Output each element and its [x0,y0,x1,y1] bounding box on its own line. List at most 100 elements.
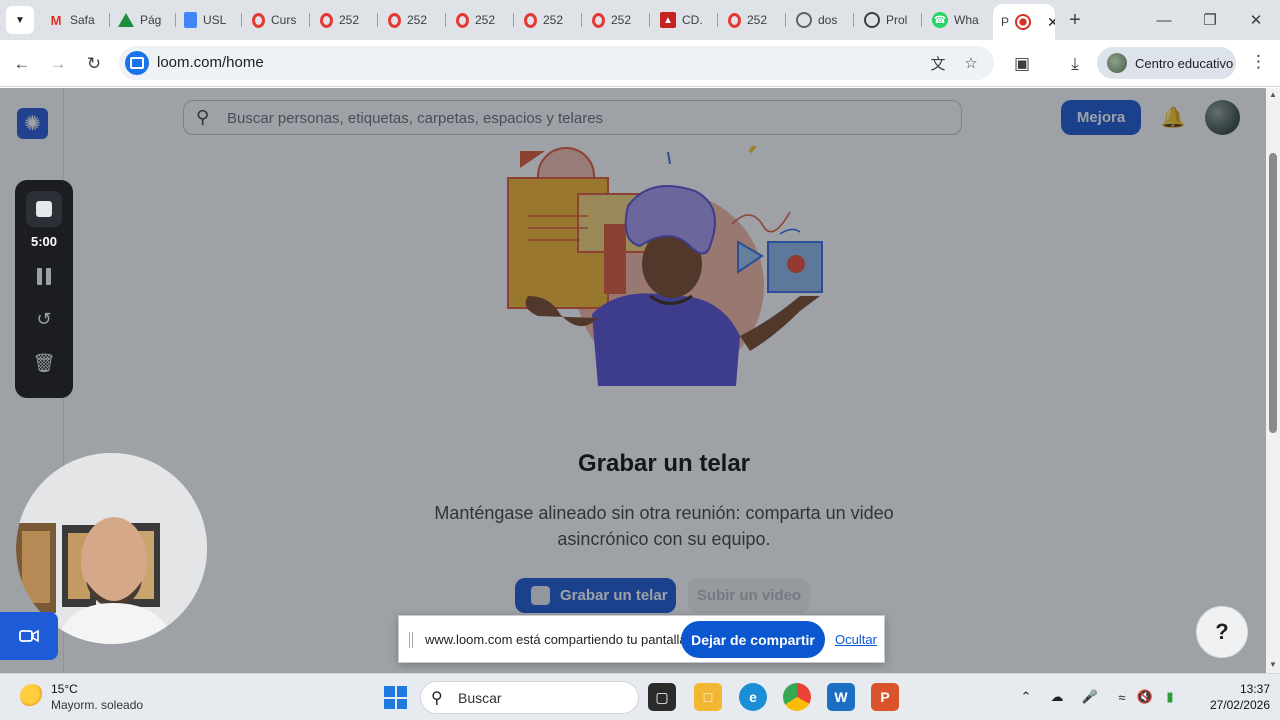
new-tab-button[interactable]: + [1063,8,1087,32]
weather-temperature[interactable]: 15°C [51,682,78,696]
weather-description[interactable]: Mayorm. soleado [51,698,143,712]
tab-3[interactable]: Curs [244,6,310,34]
address-bar[interactable]: loom.com/home 文 ☆ [119,46,994,80]
edge-icon[interactable]: e [739,683,767,711]
tab-label: Curs [271,13,297,27]
stop-recording-button[interactable] [26,191,62,227]
tab-4[interactable]: 252 [312,6,378,34]
minimize-button[interactable]: — [1152,8,1176,32]
tab-13[interactable]: ☎ Wha [924,6,994,34]
scroll-down-icon[interactable]: ▼ [1268,660,1278,670]
tab-0[interactable]: M Safa [40,6,110,34]
chrome-icon[interactable] [783,683,811,711]
profile-label: Centro educativo [1135,55,1234,71]
tab-9[interactable]: ▲ CD. [652,6,718,34]
trash-icon[interactable]: 🗑 [32,351,56,375]
tab-label: dos [818,13,838,27]
stop-sharing-button[interactable]: Dejar de compartir [681,621,825,658]
recording-icon [1015,14,1032,30]
screen-share-banner: www.loom.com está compartiendo tu pantal… [398,615,885,663]
wifi-icon[interactable]: ≈ [1112,687,1132,707]
tab-label: Wha [954,13,979,27]
camera-toggle-button[interactable] [0,612,58,660]
drag-handle-icon[interactable] [409,632,413,648]
microphone-icon[interactable]: 🎤 [1080,687,1100,707]
taskbar-search[interactable]: ⚲ Buscar [420,681,639,714]
clock-time[interactable]: 13:37 [1220,682,1270,696]
record-loom-button[interactable]: Grabar un telar [515,578,676,613]
hide-link[interactable]: Ocultar [835,632,877,647]
extensions-button[interactable]: ▣ [1008,50,1036,78]
file-explorer-icon[interactable]: □ [694,683,722,711]
record-illustration [507,146,823,386]
restart-icon[interactable]: ↺ [32,307,56,331]
translate-icon[interactable]: 文 [928,53,948,73]
start-button[interactable] [384,686,407,709]
search-bar[interactable]: ⚲ [183,100,962,135]
page-heading: Grabar un telar [577,450,751,477]
pause-icon[interactable] [32,264,56,288]
weather-sun-icon[interactable] [20,684,44,708]
more-vert-icon: ⋮ [1250,52,1267,71]
loom-logo-icon[interactable]: ✺ [17,108,48,139]
tab-search-button[interactable]: ▼ [6,6,34,34]
tab-8[interactable]: 252 [584,6,650,34]
downloads-button[interactable]: ⤓ [1061,50,1089,78]
upload-video-button[interactable]: Subir un video [688,578,810,613]
star-icon[interactable]: ☆ [961,53,981,73]
docs-icon [184,12,197,28]
opera-icon [320,12,333,28]
forward-button[interactable]: → [44,50,72,78]
profile-button[interactable]: Centro educativo [1097,47,1236,79]
bell-icon[interactable]: 🔔 [1160,104,1186,130]
opera-icon [456,12,469,28]
battery-icon[interactable]: ▮ [1160,687,1180,707]
search-icon: ⚲ [431,690,443,707]
tab-2[interactable]: USL [176,6,242,34]
speaker-muted-icon[interactable]: 🔇 [1135,687,1155,707]
scroll-up-icon[interactable]: ▲ [1268,90,1278,100]
tab-11[interactable]: dos [788,6,854,34]
chatgpt-icon [864,12,880,28]
scrollbar-thumb[interactable] [1269,153,1277,433]
tab-label: 252 [543,13,564,27]
tab-label: Prol [886,13,908,27]
close-window-button[interactable]: ✕ [1244,8,1268,32]
clock-date[interactable]: 27/02/2026 [1190,698,1270,712]
tab-label: USL [203,13,227,27]
tab-12[interactable]: Prol [856,6,922,34]
back-button[interactable]: ← [8,50,36,78]
plus-icon: + [1069,8,1081,31]
tab-6[interactable]: 252 [448,6,514,34]
recording-controls: 5:00 ↺ 🗑 [15,180,73,398]
tab-10[interactable]: 252 [720,6,786,34]
tab-5[interactable]: 252 [380,6,446,34]
search-input[interactable] [227,107,927,129]
page-scrollbar[interactable]: ▲ ▼ [1266,88,1280,673]
reload-button[interactable]: ↻ [80,50,108,78]
tab-1[interactable]: Pág [110,6,176,34]
url-text[interactable]: loom.com/home [157,54,264,71]
upgrade-button[interactable]: Mejora [1061,100,1141,135]
cloud-off-icon[interactable]: ☁ [1047,687,1067,707]
opera-icon [592,12,605,28]
site-info-icon[interactable] [125,51,149,75]
tab-label: P [1001,15,1010,29]
tab-label: 252 [747,13,768,27]
tab-label: 252 [611,13,632,27]
tab-7[interactable]: 252 [516,6,582,34]
restore-button[interactable]: ❐ [1198,8,1222,32]
powerpoint-icon[interactable]: P [871,683,899,711]
avatar[interactable] [1205,100,1240,135]
task-view-icon[interactable]: ▢ [648,683,676,711]
windows-logo-icon [384,686,395,697]
help-button[interactable]: ? [1196,606,1248,658]
tab-label: Pág [140,13,162,27]
word-icon[interactable]: W [827,683,855,711]
close-icon[interactable]: ✕ [1047,14,1055,31]
menu-button[interactable]: ⋮ [1250,52,1267,72]
chevron-up-icon[interactable]: ⌃ [1016,687,1036,707]
tab-active[interactable]: P ✕ [993,4,1055,40]
drive-icon [118,13,134,27]
chevron-down-icon: ▼ [15,14,25,26]
